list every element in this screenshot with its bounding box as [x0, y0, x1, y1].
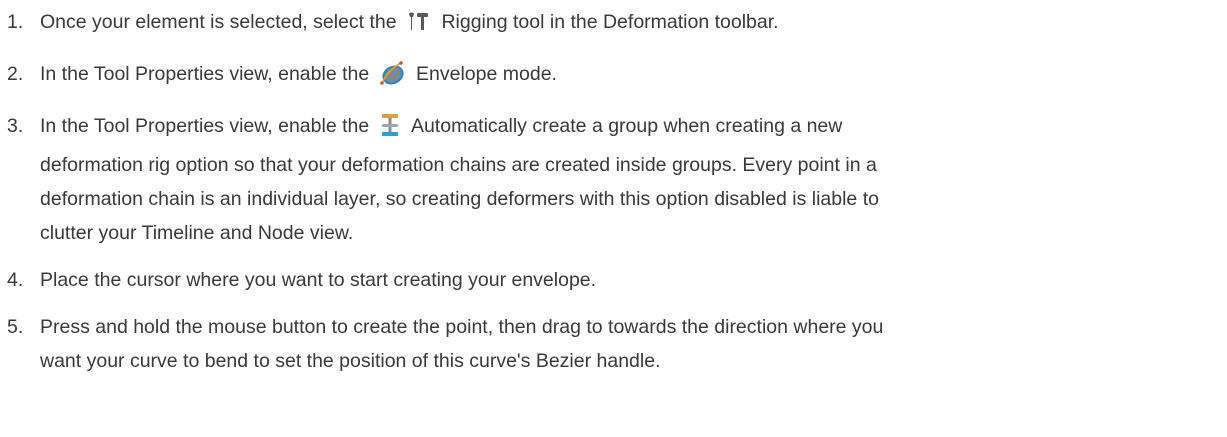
step-5: 5. Press and hold the mouse button to cr…: [0, 310, 1227, 378]
create-group-icon: [379, 113, 401, 148]
step-number: 5.: [7, 316, 24, 338]
step-number: 3.: [7, 115, 24, 137]
step-text-line: deformation rig option so that your defo…: [40, 154, 877, 176]
step-text: In the Tool Properties view, enable the: [40, 63, 370, 85]
step-text-line: clutter your Timeline and Node view.: [40, 222, 354, 244]
step-4: 4. Place the cursor where you want to st…: [0, 263, 1227, 297]
instruction-steps: 1. Once your element is selected, select…: [0, 5, 1227, 378]
step-3: 3. In the Tool Properties view, enable t…: [0, 109, 1227, 250]
step-text-line: Press and hold the mouse button to creat…: [40, 316, 884, 338]
step-number: 1.: [7, 11, 24, 33]
step-1: 1. Once your element is selected, select…: [0, 5, 1227, 44]
step-number: 4.: [7, 269, 24, 291]
step-text-line: want your curve to bend to set the posit…: [40, 350, 661, 372]
step-text: In the Tool Properties view, enable the: [40, 115, 370, 137]
step-text: Place the cursor where you want to start…: [40, 269, 597, 291]
envelope-mode-icon: [379, 61, 405, 96]
step-2: 2. In the Tool Properties view, enable t…: [0, 57, 1227, 96]
step-text-line: deformation chain is an individual layer…: [40, 188, 879, 210]
step-text: Rigging tool in the Deformation toolbar.: [441, 11, 779, 33]
step-text: Automatically create a group when creati…: [410, 115, 843, 137]
step-number: 2.: [7, 63, 24, 85]
step-text: Envelope mode.: [416, 63, 557, 85]
step-text: Once your element is selected, select th…: [40, 11, 397, 33]
rigging-tool-icon: [406, 10, 430, 44]
